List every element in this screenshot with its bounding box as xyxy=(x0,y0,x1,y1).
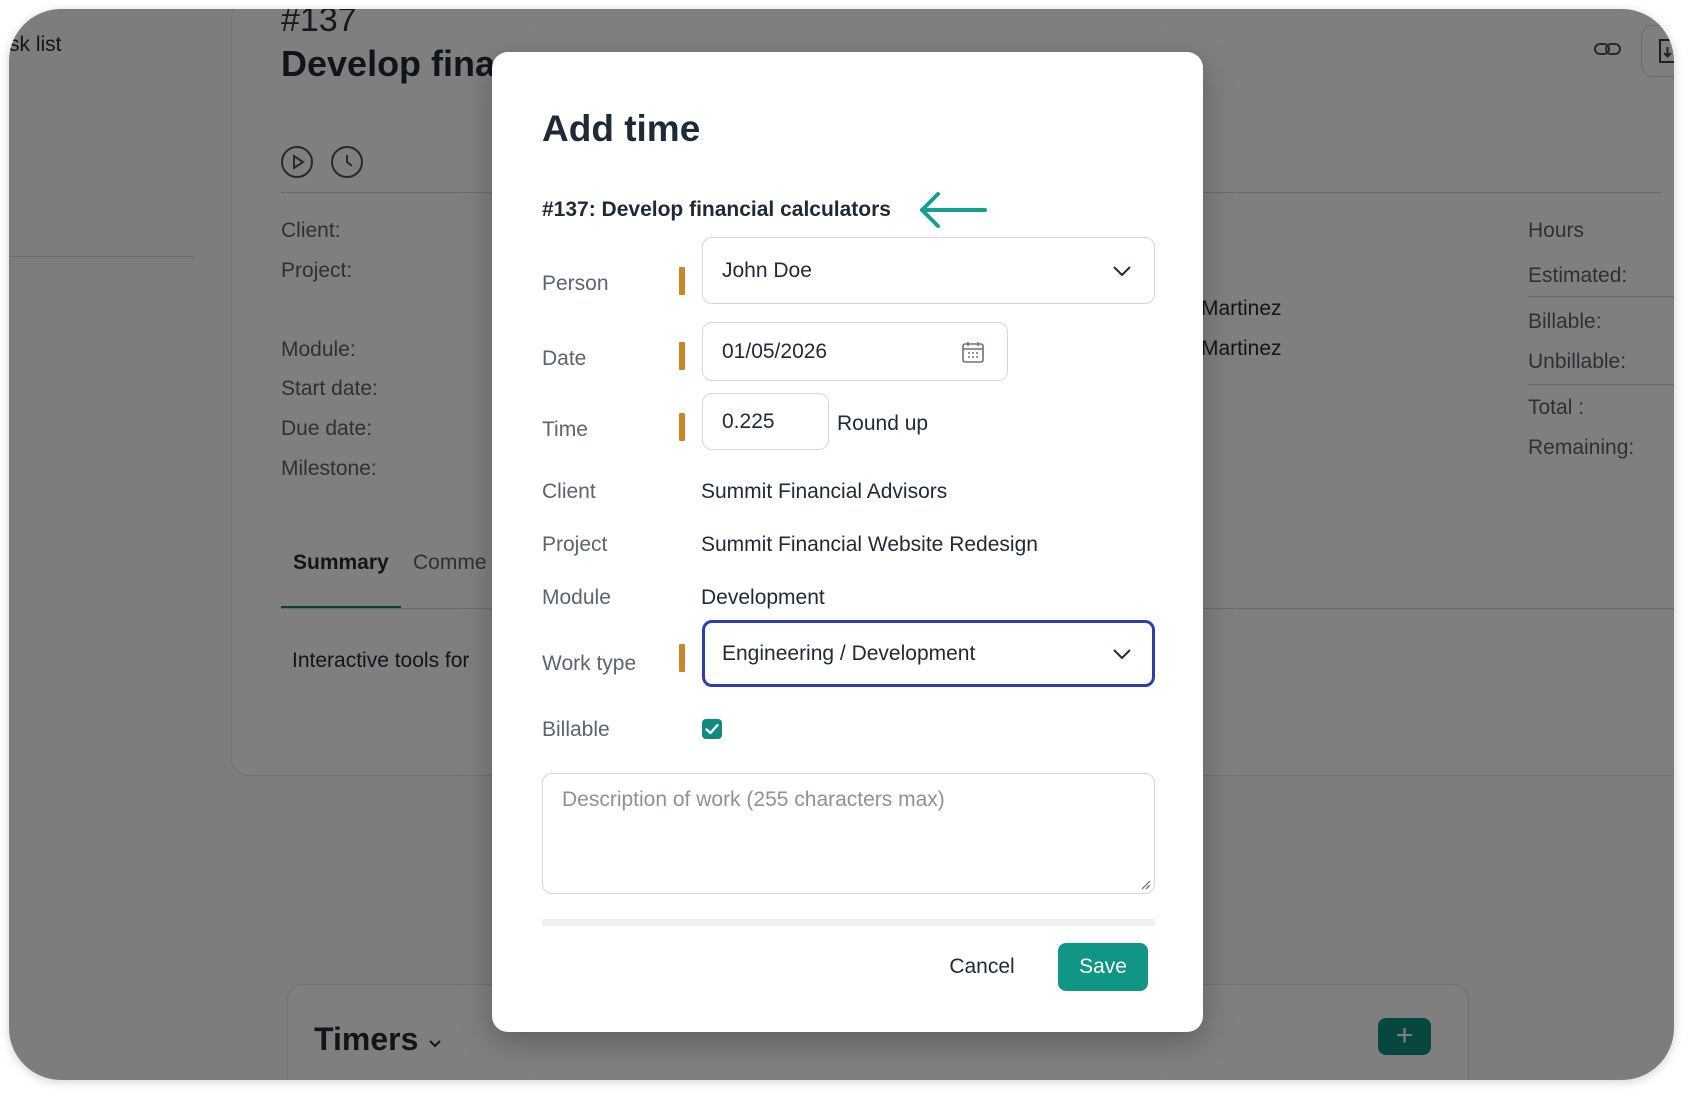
time-value: 0.225 xyxy=(722,409,775,433)
module-value: Development xyxy=(701,586,825,609)
required-marker xyxy=(679,342,685,370)
project-label: Project xyxy=(542,533,608,556)
client-value: Summit Financial Advisors xyxy=(701,480,948,503)
person-value: John Doe xyxy=(722,258,812,282)
checkmark-icon xyxy=(705,723,719,735)
time-input[interactable]: 0.225 xyxy=(702,393,829,450)
description-placeholder: Description of work (255 characters max) xyxy=(562,788,945,811)
module-label: Module xyxy=(542,586,611,609)
required-marker xyxy=(679,267,685,295)
work-type-value: Engineering / Development xyxy=(722,641,976,665)
chevron-down-icon xyxy=(1113,265,1131,276)
date-label: Date xyxy=(542,347,587,370)
person-label: Person xyxy=(542,272,609,295)
dialog-title: Add time xyxy=(542,108,701,149)
arrow-left-icon xyxy=(920,192,987,228)
time-label: Time xyxy=(542,418,588,441)
billable-checkbox[interactable] xyxy=(702,719,722,739)
required-marker xyxy=(679,413,685,441)
calendar-icon[interactable] xyxy=(961,340,985,364)
cancel-button[interactable]: Cancel xyxy=(932,943,1032,991)
work-type-label: Work type xyxy=(542,652,637,675)
description-textarea[interactable]: Description of work (255 characters max) xyxy=(542,773,1155,894)
add-time-dialog: Add time #137: Develop financial calcula… xyxy=(492,52,1203,1032)
billable-label: Billable xyxy=(542,718,610,741)
work-type-select[interactable]: Engineering / Development xyxy=(702,620,1155,687)
person-select[interactable]: John Doe xyxy=(702,237,1155,304)
resize-handle-icon[interactable] xyxy=(1139,878,1151,890)
round-up-link[interactable]: Round up xyxy=(837,412,928,436)
save-button[interactable]: Save xyxy=(1058,943,1148,991)
footer-divider xyxy=(542,919,1155,926)
date-value: 01/05/2026 xyxy=(722,339,828,363)
chevron-down-icon xyxy=(1113,648,1131,659)
date-input[interactable]: 01/05/2026 xyxy=(702,322,1008,381)
task-reference: #137: Develop financial calculators xyxy=(542,198,891,221)
required-marker xyxy=(679,644,685,672)
app-window: sk list #137 Develop fina Client: Projec… xyxy=(9,9,1674,1080)
client-label: Client xyxy=(542,480,596,503)
project-value: Summit Financial Website Redesign xyxy=(701,533,1038,556)
